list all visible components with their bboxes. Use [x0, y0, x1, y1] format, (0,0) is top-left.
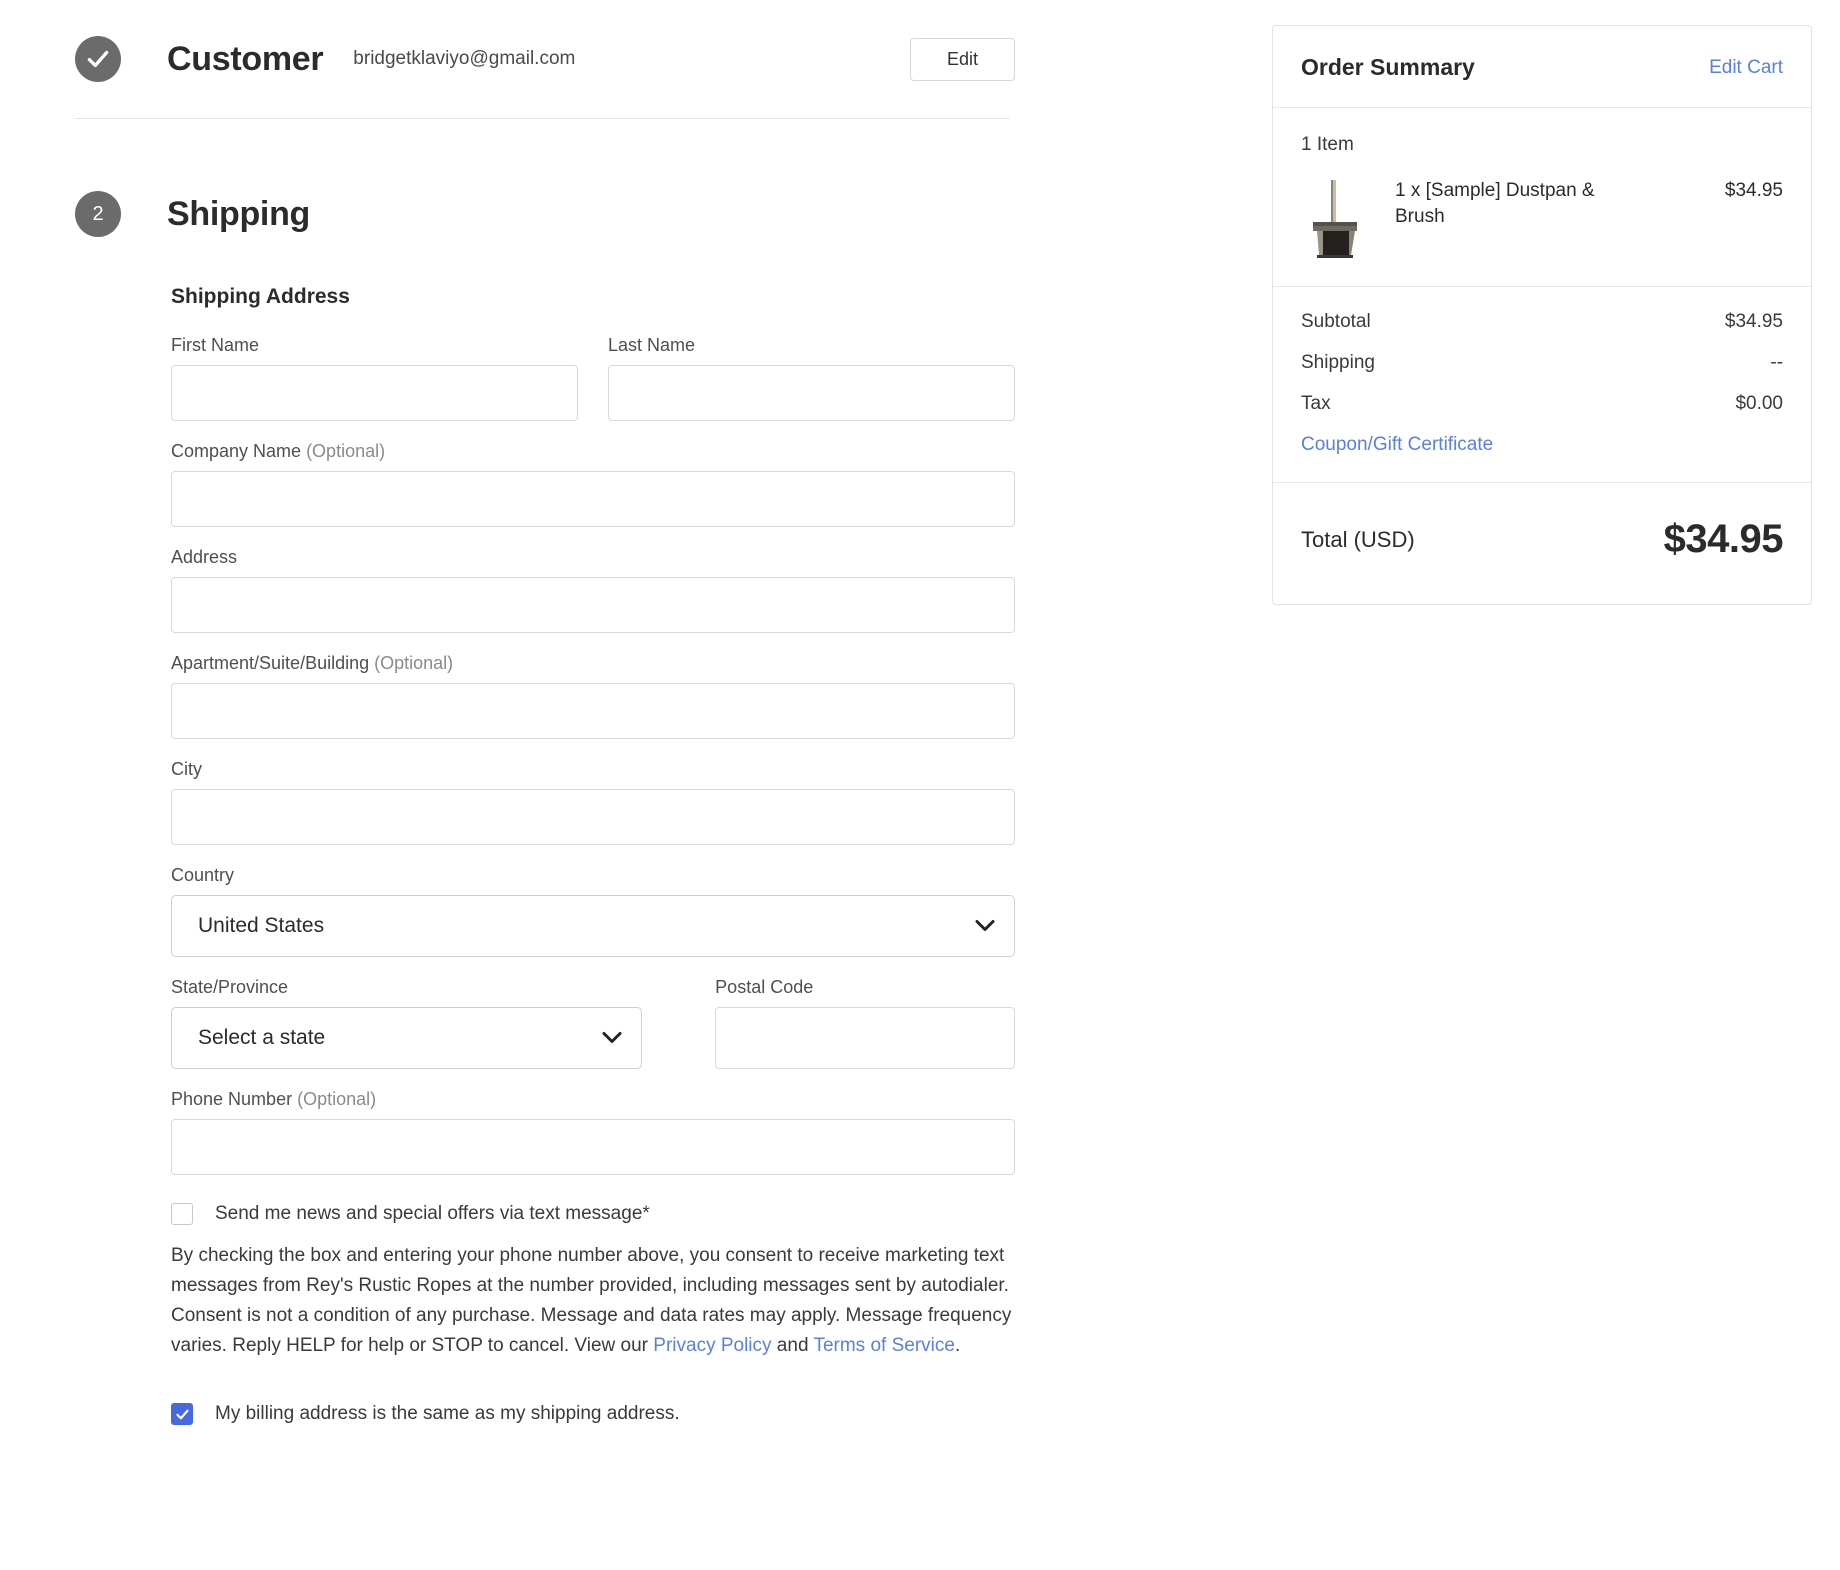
state-select-wrap	[171, 1007, 642, 1069]
billing-same-label: My billing address is the same as my shi…	[215, 1403, 680, 1425]
check-icon	[175, 1407, 190, 1422]
sms-consent-text: By checking the box and entering your ph…	[171, 1241, 1016, 1361]
postal-label: Postal Code	[715, 977, 1015, 998]
first-name-label: First Name	[171, 335, 578, 356]
coupon-gift-certificate-link[interactable]: Coupon/Gift Certificate	[1301, 434, 1493, 455]
edit-customer-button[interactable]: Edit	[910, 38, 1015, 81]
grand-total-row: Total (USD) $34.95	[1273, 483, 1811, 604]
page-title: Customer	[167, 40, 323, 79]
company-label-text: Company Name	[171, 441, 301, 461]
section-divider	[75, 118, 1010, 119]
billing-same-row[interactable]: My billing address is the same as my shi…	[171, 1403, 1015, 1425]
step-number-badge: 2	[75, 191, 121, 237]
order-items-section: 1 Item 1 x [Sample] Dustpan & Brush	[1273, 108, 1811, 287]
billing-same-checkbox[interactable]	[171, 1403, 193, 1425]
apartment-field-group: Apartment/Suite/Building (Optional)	[171, 653, 1015, 739]
state-select[interactable]	[171, 1007, 642, 1069]
country-label: Country	[171, 865, 1015, 886]
last-name-label: Last Name	[608, 335, 1015, 356]
first-name-input[interactable]	[171, 365, 578, 421]
country-field-group: Country	[171, 865, 1015, 957]
name-row: First Name Last Name	[171, 335, 1015, 441]
terms-of-service-link[interactable]: Terms of Service	[813, 1335, 954, 1356]
item-count-label: 1 Item	[1301, 134, 1783, 156]
city-field-group: City	[171, 759, 1015, 845]
first-name-field-group: First Name	[171, 335, 578, 421]
postal-field-group: Postal Code	[715, 977, 1015, 1069]
shipping-title: Shipping	[167, 195, 310, 234]
order-summary-title: Order Summary	[1301, 54, 1475, 81]
shipping-cost-label: Shipping	[1301, 352, 1375, 374]
address-input[interactable]	[171, 577, 1015, 633]
checkout-page: Customer bridgetklaviyo@gmail.com Edit 2…	[0, 0, 1840, 1570]
order-summary-panel: Order Summary Edit Cart 1 Item	[1272, 25, 1812, 605]
sms-optin-label: Send me news and special offers via text…	[215, 1203, 650, 1225]
tax-label: Tax	[1301, 393, 1331, 415]
tax-row: Tax $0.00	[1301, 393, 1783, 415]
apartment-label: Apartment/Suite/Building (Optional)	[171, 653, 1015, 674]
postal-code-input[interactable]	[715, 1007, 1015, 1069]
phone-input[interactable]	[171, 1119, 1015, 1175]
country-select-wrap	[171, 895, 1015, 957]
shipping-cost-row: Shipping --	[1301, 352, 1783, 374]
check-icon	[75, 36, 121, 82]
address-field-group: Address	[171, 547, 1015, 633]
company-field-group: Company Name (Optional)	[171, 441, 1015, 527]
shipping-cost-value: --	[1770, 352, 1783, 374]
subtotal-value: $34.95	[1725, 311, 1783, 333]
address-label: Address	[171, 547, 1015, 568]
city-input[interactable]	[171, 789, 1015, 845]
apartment-input[interactable]	[171, 683, 1015, 739]
company-label: Company Name (Optional)	[171, 441, 1015, 462]
company-input[interactable]	[171, 471, 1015, 527]
state-label: State/Province	[171, 977, 642, 998]
apartment-label-text: Apartment/Suite/Building	[171, 653, 369, 673]
grand-total-label: Total (USD)	[1301, 527, 1415, 553]
customer-step-header: Customer bridgetklaviyo@gmail.com Edit	[75, 0, 1015, 96]
country-select[interactable]	[171, 895, 1015, 957]
order-totals-section: Subtotal $34.95 Shipping -- Tax $0.00 Co…	[1273, 287, 1811, 483]
shipping-address-heading: Shipping Address	[171, 285, 1015, 309]
order-item-row: 1 x [Sample] Dustpan & Brush $34.95	[1301, 178, 1783, 262]
apartment-optional-text: (Optional)	[369, 653, 453, 673]
sms-optin-checkbox[interactable]	[171, 1203, 193, 1225]
subtotal-row: Subtotal $34.95	[1301, 311, 1783, 333]
state-field-group: State/Province	[171, 977, 642, 1069]
order-summary-header: Order Summary Edit Cart	[1273, 26, 1811, 108]
privacy-policy-link[interactable]: Privacy Policy	[653, 1335, 771, 1356]
phone-label-text: Phone Number	[171, 1089, 292, 1109]
shipping-form: Shipping Address First Name Last Name Co…	[171, 285, 1015, 1425]
shipping-step-header: 2 Shipping	[75, 191, 1015, 237]
consent-period: .	[955, 1335, 960, 1356]
phone-label: Phone Number (Optional)	[171, 1089, 1015, 1110]
order-item-price: $34.95	[1725, 178, 1783, 202]
city-label: City	[171, 759, 1015, 780]
last-name-input[interactable]	[608, 365, 1015, 421]
company-optional-text: (Optional)	[301, 441, 385, 461]
checkout-steps-column: Customer bridgetklaviyo@gmail.com Edit 2…	[75, 0, 1015, 1425]
sms-optin-row[interactable]: Send me news and special offers via text…	[171, 1203, 1015, 1225]
order-item-name: 1 x [Sample] Dustpan & Brush	[1395, 178, 1640, 230]
subtotal-label: Subtotal	[1301, 311, 1371, 333]
product-thumbnail-image	[1305, 178, 1367, 262]
tax-value: $0.00	[1735, 393, 1783, 415]
phone-optional-text: (Optional)	[292, 1089, 376, 1109]
phone-field-group: Phone Number (Optional)	[171, 1089, 1015, 1175]
customer-email: bridgetklaviyo@gmail.com	[353, 48, 575, 70]
edit-cart-link[interactable]: Edit Cart	[1709, 57, 1783, 79]
state-postal-row: State/Province Postal Code	[171, 977, 1015, 1069]
last-name-field-group: Last Name	[608, 335, 1015, 421]
consent-and: and	[772, 1335, 814, 1356]
grand-total-value: $34.95	[1664, 517, 1783, 562]
